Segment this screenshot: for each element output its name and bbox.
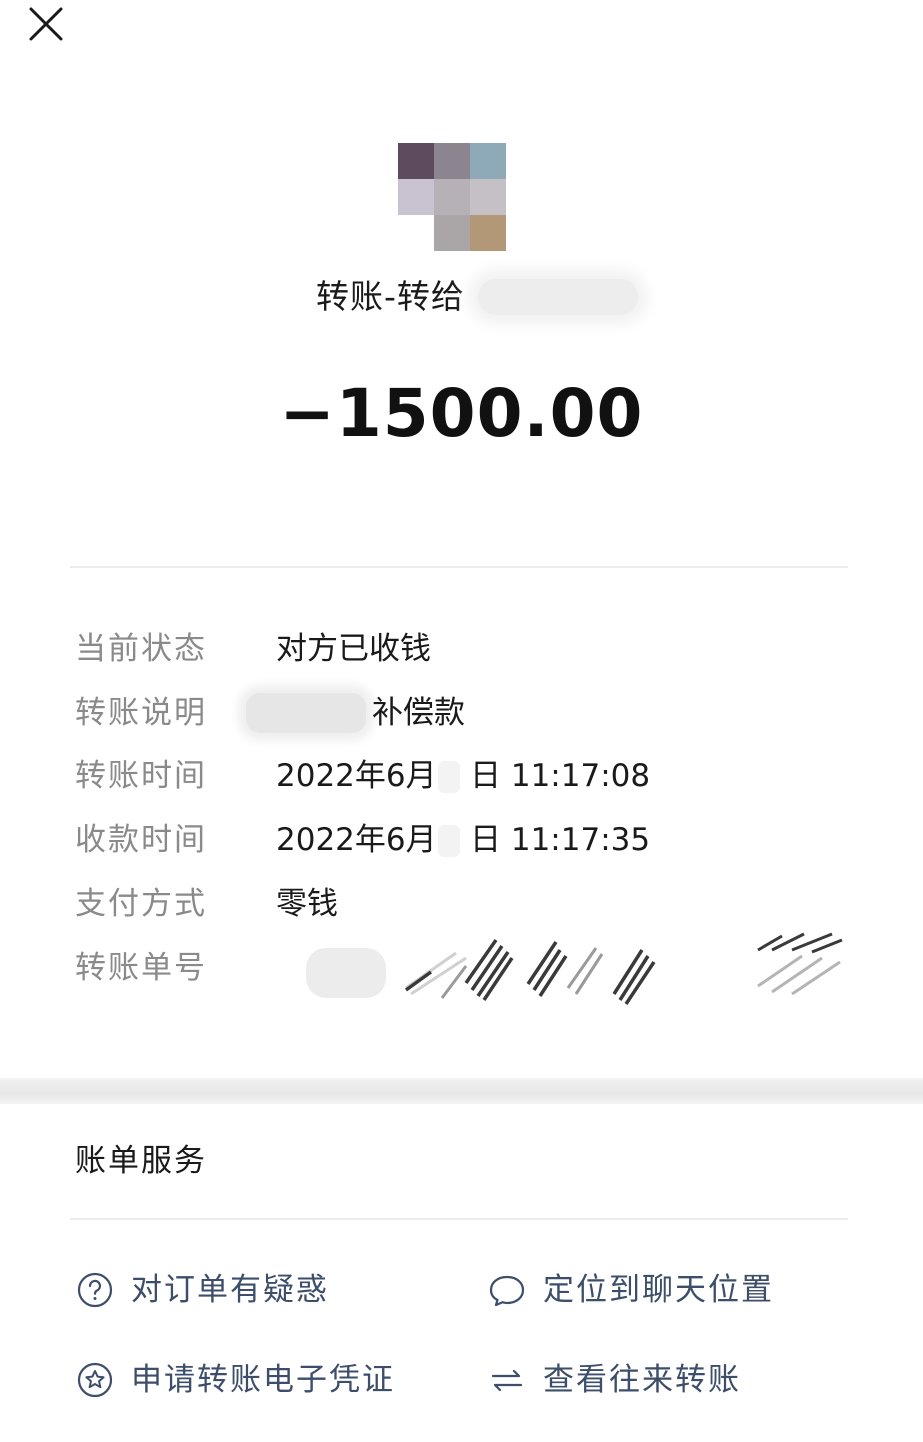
detail-label: 转账时间 — [75, 758, 207, 794]
avatar — [398, 143, 506, 251]
detail-value: 2022年6月 — [276, 822, 437, 858]
redacted-transfer-id-tail — [757, 932, 843, 996]
divider — [70, 566, 848, 568]
exchange-arrows-icon — [487, 1360, 527, 1400]
service-label: 定位到聊天位置 — [543, 1272, 774, 1308]
detail-row-payment-method: 支付方式 零钱 — [0, 879, 923, 929]
redacted-day — [438, 761, 460, 793]
detail-row-transfer-time: 转账时间 2022年6月 日 11:17:08 — [0, 751, 923, 801]
view-transfers-button[interactable]: 查看往来转账 — [487, 1352, 867, 1408]
divider — [70, 1218, 848, 1220]
detail-row-receive-time: 收款时间 2022年6月 日 11:17:35 — [0, 815, 923, 865]
detail-label: 收款时间 — [75, 822, 207, 858]
detail-row-status: 当前状态 对方已收钱 — [0, 624, 923, 674]
bill-services-title: 账单服务 — [75, 1143, 207, 1179]
detail-value: 2022年6月 — [276, 758, 437, 794]
service-label: 查看往来转账 — [543, 1362, 741, 1398]
star-badge-icon — [75, 1360, 115, 1400]
detail-label: 转账单号 — [75, 950, 207, 986]
service-label: 对订单有疑惑 — [131, 1272, 329, 1308]
redacted-transfer-id — [306, 938, 656, 1005]
transfer-title: 转账-转给 — [316, 277, 465, 316]
detail-value: 零钱 — [276, 886, 338, 922]
detail-label: 当前状态 — [75, 631, 207, 667]
detail-label: 支付方式 — [75, 886, 207, 922]
detail-label: 转账说明 — [75, 695, 207, 731]
request-voucher-button[interactable]: 申请转账电子凭证 — [75, 1352, 475, 1408]
detail-value: 对方已收钱 — [276, 631, 431, 667]
section-separator — [0, 1078, 923, 1104]
transfer-amount: −1500.00 — [279, 375, 644, 452]
redacted-recipient-name — [478, 279, 638, 315]
detail-value: 补偿款 — [372, 695, 465, 731]
service-label: 申请转账电子凭证 — [131, 1362, 395, 1398]
order-question-button[interactable]: 对订单有疑惑 — [75, 1262, 455, 1318]
detail-value-suffix: 日 11:17:08 — [470, 758, 651, 794]
question-icon — [75, 1270, 115, 1310]
close-icon — [29, 7, 63, 41]
locate-chat-button[interactable]: 定位到聊天位置 — [487, 1262, 867, 1318]
redacted-note — [246, 693, 366, 733]
detail-row-note: 转账说明 补偿款 — [0, 688, 923, 738]
close-button[interactable] — [26, 4, 66, 44]
transfer-title-row: 转账-转给 — [0, 275, 923, 319]
chat-bubble-icon — [487, 1270, 527, 1310]
redacted-day — [438, 825, 460, 857]
detail-value-suffix: 日 11:17:35 — [470, 822, 651, 858]
